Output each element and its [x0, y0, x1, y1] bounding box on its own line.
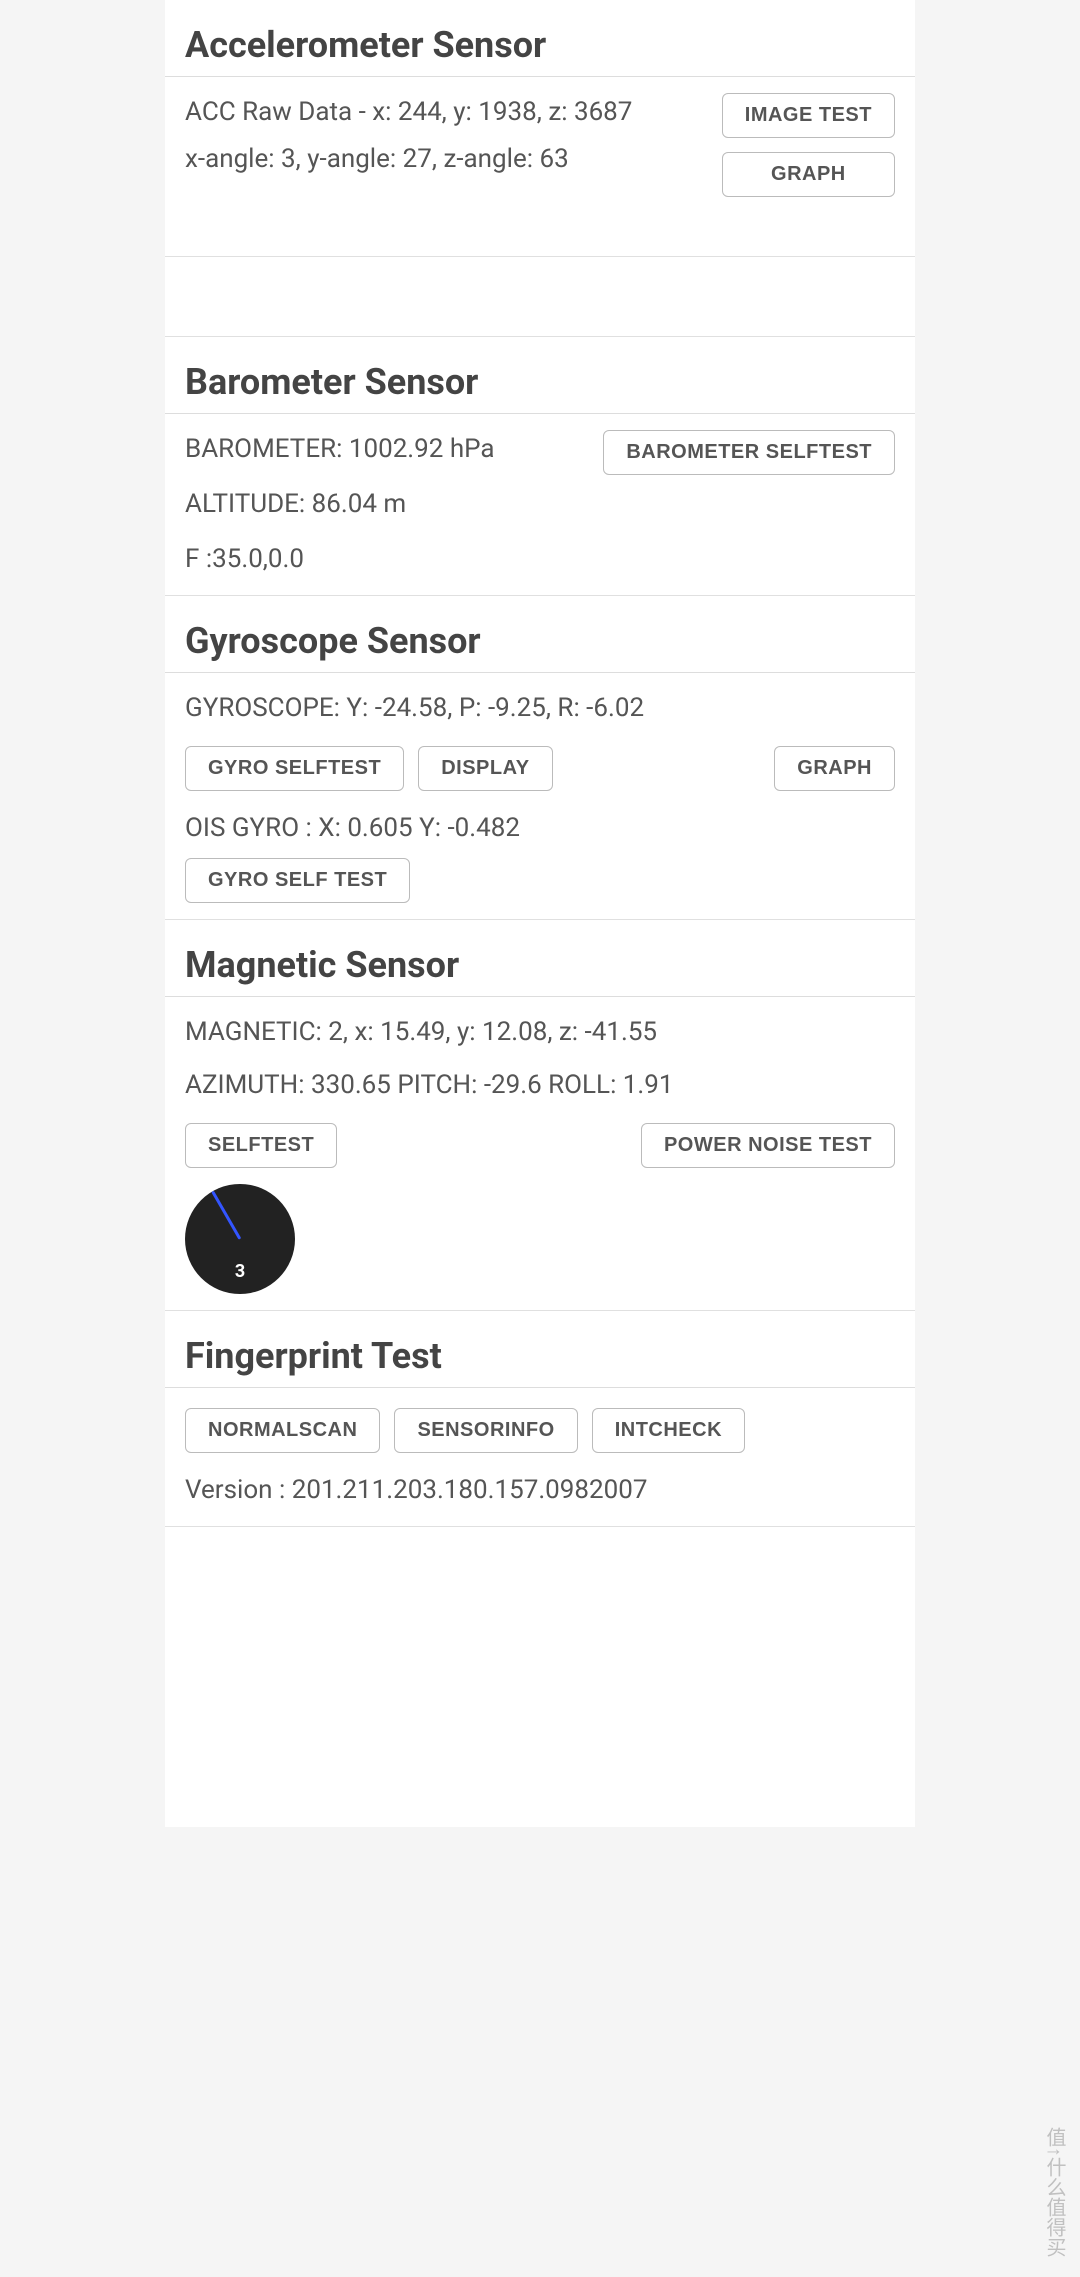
altitude-value: ALTITUDE: 86.04 m [185, 485, 895, 524]
fingerprint-section: Fingerprint Test NORMALSCAN SENSORINFO I… [165, 1311, 915, 1527]
compass-needle [211, 1191, 241, 1240]
gyro-graph-button[interactable]: GRAPH [774, 746, 895, 791]
accelerometer-section: Accelerometer Sensor ACC Raw Data - x: 2… [165, 0, 915, 257]
barometer-btn-group: BAROMETER SELFTEST [603, 430, 895, 475]
image-test-button[interactable]: IMAGE TEST [722, 93, 895, 138]
gyroscope-body: GYROSCOPE: Y: -24.58, P: -9.25, R: -6.02… [165, 673, 915, 920]
gyro-self-test-button[interactable]: GYRO SELF TEST [185, 858, 410, 903]
gyro-selftest-button[interactable]: GYRO SELFTEST [185, 746, 404, 791]
barometer-title: Barometer Sensor [185, 361, 478, 403]
magnetic-section: Magnetic Sensor MAGNETIC: 2, x: 15.49, y… [165, 920, 915, 1311]
intcheck-button[interactable]: INTCHECK [592, 1408, 745, 1453]
accelerometer-header: Accelerometer Sensor [165, 0, 915, 77]
magnetic-title: Magnetic Sensor [185, 944, 459, 986]
barometer-section: Barometer Sensor BAROMETER: 1002.92 hPa … [165, 337, 915, 596]
accelerometer-body: ACC Raw Data - x: 244, y: 1938, z: 3687 … [165, 77, 915, 257]
magnetic-body: MAGNETIC: 2, x: 15.49, y: 12.08, z: -41.… [165, 997, 915, 1311]
compass: 3 [185, 1184, 295, 1294]
f-value: F :35.0,0.0 [185, 540, 895, 579]
magnetic-data: MAGNETIC: 2, x: 15.49, y: 12.08, z: -41.… [185, 1013, 895, 1052]
magnetic-selftest-button[interactable]: SELFTEST [185, 1123, 337, 1168]
compass-label: 3 [235, 1261, 245, 1282]
sensorinfo-button[interactable]: SENSORINFO [394, 1408, 577, 1453]
acc-graph-button[interactable]: GRAPH [722, 152, 895, 197]
accelerometer-title: Accelerometer Sensor [185, 24, 546, 66]
fingerprint-btn-row: NORMALSCAN SENSORINFO INTCHECK [185, 1408, 895, 1453]
barometer-header: Barometer Sensor [165, 337, 915, 414]
magnetic-btn-row: SELFTEST POWER NOISE TEST [185, 1123, 895, 1168]
version-text: Version : 201.211.203.180.157.0982007 [185, 1471, 895, 1510]
ois-data: OIS GYRO : X: 0.605 Y: -0.482 [185, 809, 895, 848]
gyro-btn-row: GYRO SELFTEST DISPLAY GRAPH [185, 746, 895, 791]
acc-spacer [165, 257, 915, 337]
gyro-self-test-btn-row: GYRO SELF TEST [185, 858, 895, 903]
acc-btn-group: IMAGE TEST GRAPH [722, 93, 895, 197]
gyroscope-title: Gyroscope Sensor [185, 620, 481, 662]
normalscan-button[interactable]: NORMALSCAN [185, 1408, 380, 1453]
barometer-selftest-button[interactable]: BAROMETER SELFTEST [603, 430, 895, 475]
azimuth-data: AZIMUTH: 330.65 PITCH: -29.6 ROLL: 1.91 [185, 1066, 895, 1105]
barometer-body: BAROMETER: 1002.92 hPa ALTITUDE: 86.04 m… [165, 414, 915, 596]
watermark: 值↑什么值得买 [1041, 2127, 1070, 2257]
magnetic-header: Magnetic Sensor [165, 920, 915, 997]
power-noise-test-button[interactable]: POWER NOISE TEST [641, 1123, 895, 1168]
fingerprint-header: Fingerprint Test [165, 1311, 915, 1388]
compass-container: 3 [185, 1184, 295, 1294]
gyro-data: GYROSCOPE: Y: -24.58, P: -9.25, R: -6.02 [185, 689, 895, 728]
gyro-display-button[interactable]: DISPLAY [418, 746, 552, 791]
fingerprint-body: NORMALSCAN SENSORINFO INTCHECK Version :… [165, 1388, 915, 1527]
fingerprint-title: Fingerprint Test [185, 1335, 442, 1377]
gyroscope-section: Gyroscope Sensor GYROSCOPE: Y: -24.58, P… [165, 596, 915, 920]
gyroscope-header: Gyroscope Sensor [165, 596, 915, 673]
bottom-spacer [165, 1527, 915, 1827]
